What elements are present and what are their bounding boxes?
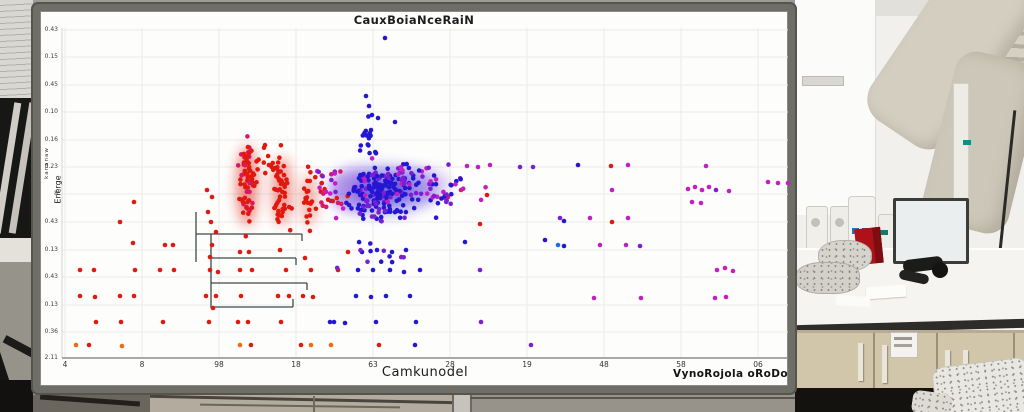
x-tick-label: 98 (214, 360, 224, 369)
y-tick-label: 8 (54, 190, 58, 197)
x-tick-label: 06 (753, 360, 763, 369)
scatter-plot-canvas (61, 28, 791, 359)
y-tick-label: 0.36 (44, 328, 58, 335)
y-tick-label: 2.11 (44, 354, 58, 361)
x-tick-label: 8 (139, 360, 145, 369)
x-tick-label: 48 (599, 360, 609, 369)
y-tick-label: 0.43 (44, 218, 58, 225)
x-tick-label: 63 (368, 360, 378, 369)
screenshot-root: kananaw CauxBoiaNceRaiN Energe Camkunode… (0, 0, 1024, 412)
y-tick-label: 0.10 (44, 108, 58, 115)
x-tick-label: 18 (291, 360, 301, 369)
x-axis-title: Camkunodel (381, 365, 469, 380)
annotation-brackets (195, 212, 308, 308)
y-tick-label: 0.43 (44, 273, 58, 280)
y-tick-label: 0.13 (44, 301, 58, 308)
chart-caption: VynoRojola oRoDo (673, 368, 788, 380)
y-tick-label: 0.45 (44, 81, 58, 88)
x-tick-label: 28 (445, 360, 455, 369)
y-tick-label: 0.16 (44, 136, 58, 143)
x-tick-label: 19 (522, 360, 532, 369)
x-tick-label: 58 (676, 360, 686, 369)
chart-title: CauxBoiaNceRaiN (353, 13, 475, 27)
y-tick-label: 0.23 (44, 163, 58, 170)
y-tick-label: 0.13 (44, 246, 58, 253)
y-tick-label: 0.15 (44, 53, 58, 60)
x-tick-label: 4 (62, 360, 68, 369)
y-tick-label: 0.43 (44, 26, 58, 33)
